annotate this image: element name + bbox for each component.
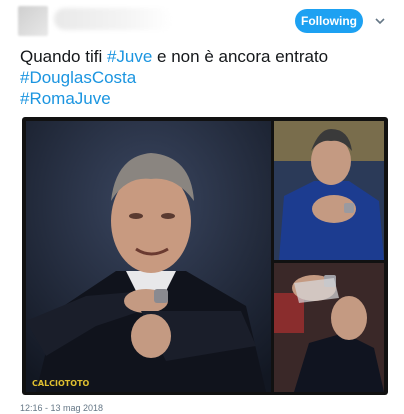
following-button[interactable]: Following [295,9,363,33]
user-avatar[interactable] [18,6,48,36]
photo-credit: CALCIOTOTO [32,379,90,388]
tweet-text-part: e non è ancora entrato [152,47,329,66]
hashtag-romajuve[interactable]: #RomaJuve [20,89,111,108]
photo-top-right[interactable] [274,121,384,260]
tweet-timestamp[interactable]: 12:16 - 13 mag 2018 [20,403,103,413]
hashtag-douglascosta[interactable]: #DouglasCosta [20,68,136,87]
user-name-redacted[interactable] [54,8,172,30]
tweet-text-part: Quando tifi [20,47,107,66]
photo-bottom-right[interactable] [274,263,384,392]
tweet-text: Quando tifi #Juve e non è ancora entrato… [20,46,390,109]
hashtag-juve[interactable]: #Juve [107,47,152,66]
photo-main[interactable]: CALCIOTOTO [26,121,271,392]
tweet-header: Following [0,0,404,40]
tweet-media[interactable]: CALCIOTOTO [22,117,388,395]
chevron-down-icon[interactable] [374,14,386,26]
